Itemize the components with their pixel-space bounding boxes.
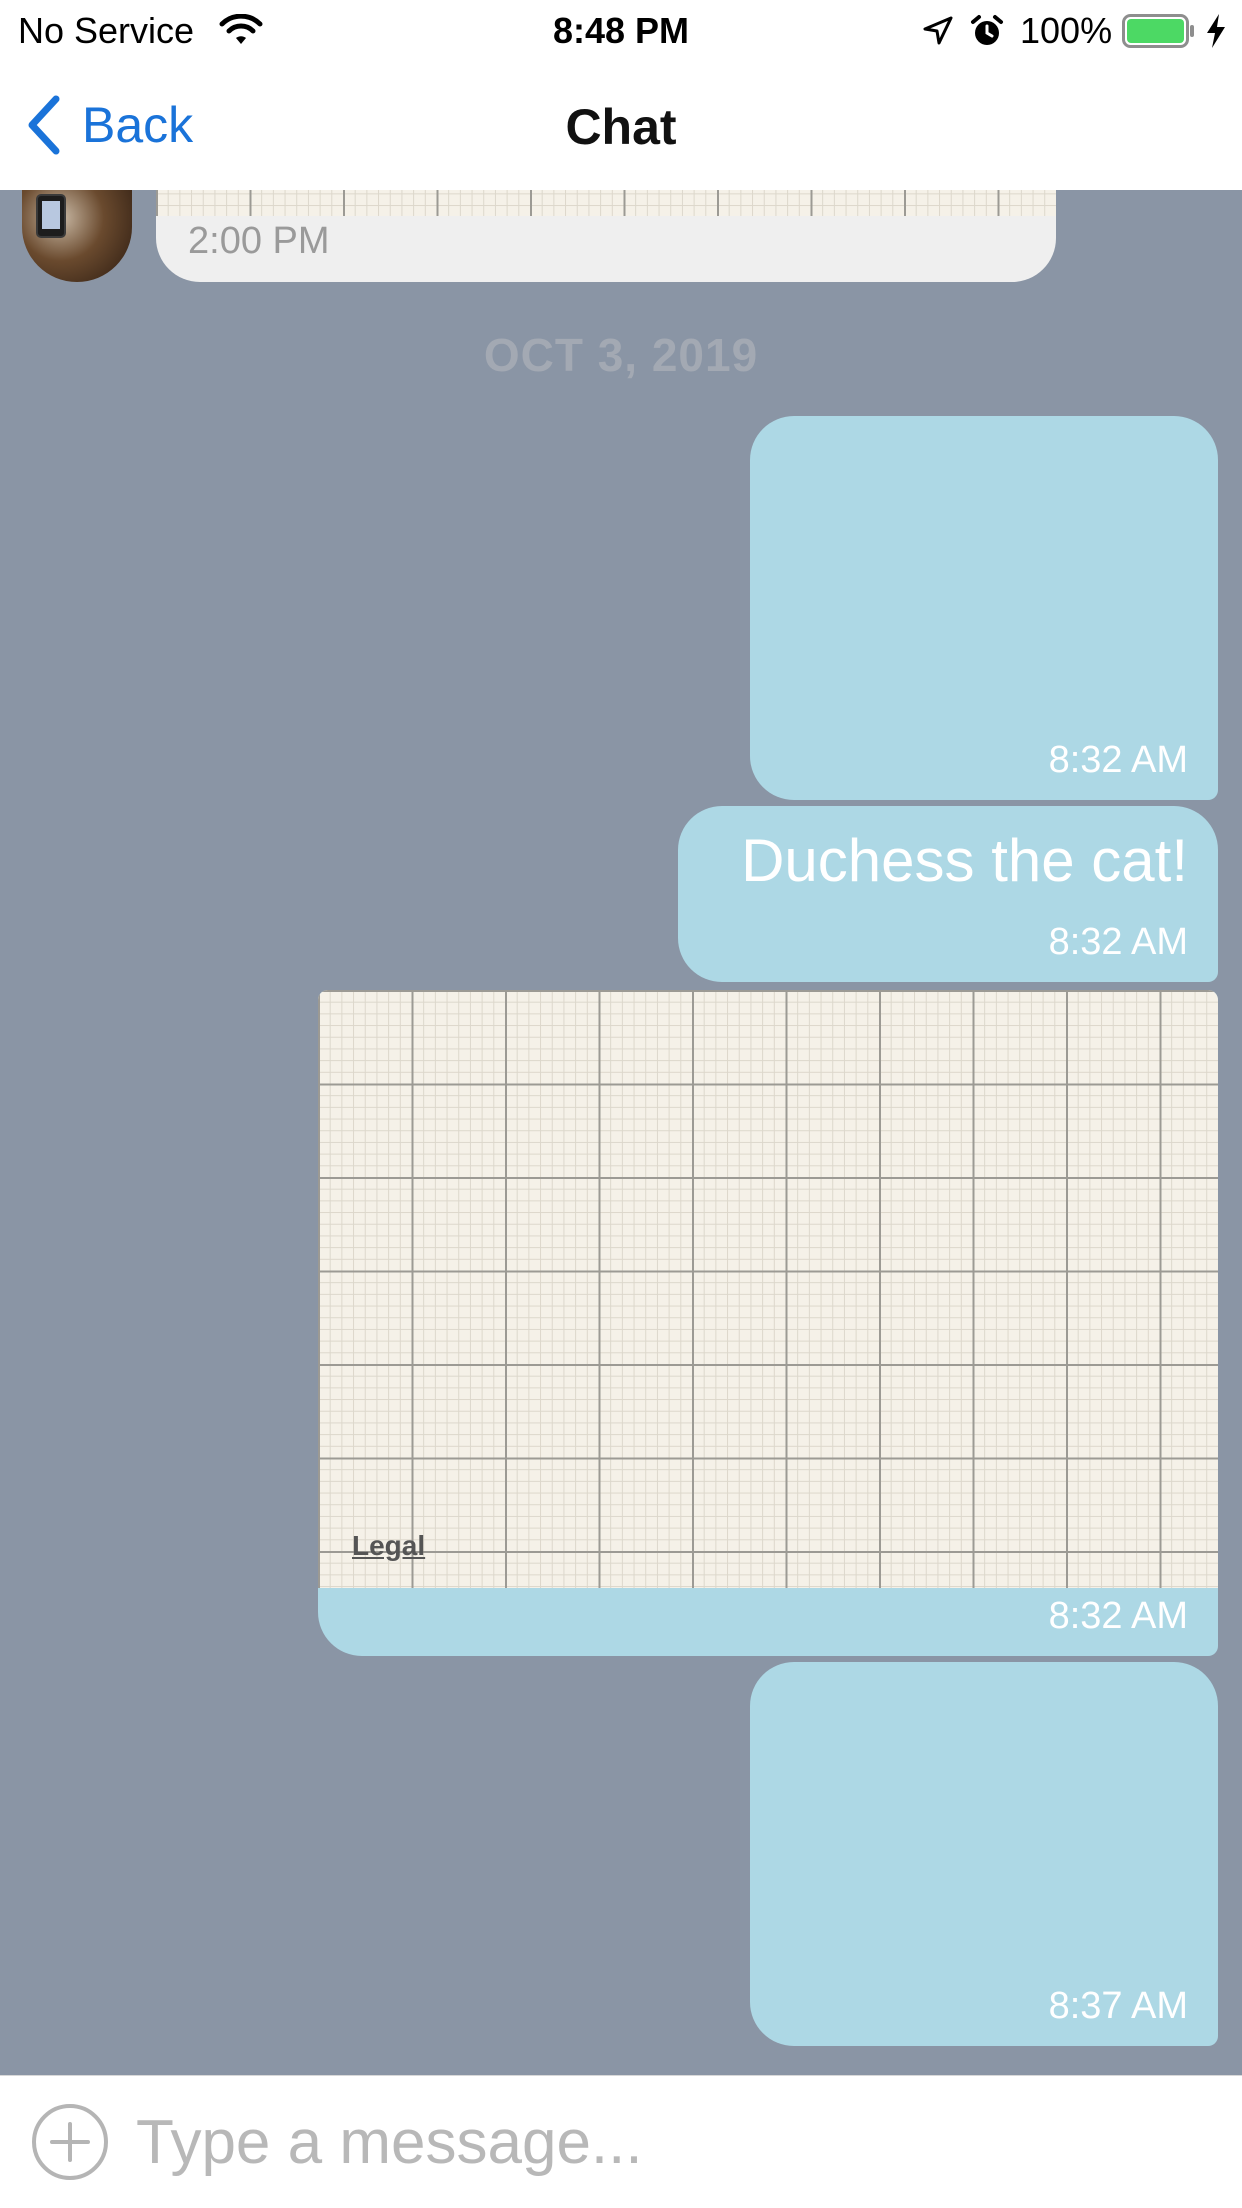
outgoing-map-message[interactable]: Legal 8:32 AM	[318, 990, 1218, 1656]
alarm-icon	[971, 15, 1003, 45]
page-title: Chat	[565, 99, 677, 155]
add-attachment-icon[interactable]	[30, 2102, 110, 2182]
outgoing-photo-message[interactable]: 8:37 AM	[750, 1662, 1218, 2046]
message-timestamp: 8:32 AM	[1048, 1595, 1188, 1637]
status-bar: No Service 8:48 PM 100%	[0, 0, 1242, 62]
chat-screen: No Service 8:48 PM 100% Back Chat 2:00 P…	[0, 0, 1242, 2208]
message-input[interactable]	[136, 2094, 1216, 2190]
map-image[interactable]	[156, 190, 1056, 216]
charging-icon	[1207, 14, 1225, 48]
message-timestamp: 2:00 PM	[188, 220, 330, 262]
outgoing-photo-message[interactable]: 8:32 AM	[750, 416, 1218, 800]
legal-link[interactable]: Legal	[352, 1530, 425, 1562]
message-list[interactable]: 2:00 PM OCT 3, 2019 8:32 AM Duchess the …	[0, 190, 1242, 2075]
message-timestamp: 8:32 AM	[1048, 739, 1188, 781]
avatar-photo	[36, 194, 66, 238]
message-timestamp: 8:32 AM	[1048, 921, 1188, 963]
outgoing-text-message[interactable]: Duchess the cat! 8:32 AM	[678, 806, 1218, 982]
date-divider: OCT 3, 2019	[483, 329, 759, 381]
battery-icon	[1122, 14, 1194, 48]
map-image[interactable]: Legal	[318, 990, 1218, 1588]
message-timestamp: 8:37 AM	[1048, 1985, 1188, 2027]
location-icon	[923, 16, 953, 45]
incoming-message-bubble[interactable]: 2:00 PM	[156, 190, 1056, 282]
message-composer	[0, 2075, 1242, 2208]
navigation-bar: Back Chat	[0, 62, 1242, 190]
avatar[interactable]	[22, 190, 132, 282]
message-text: Duchess the cat!	[741, 827, 1188, 894]
battery-percent: 100%	[1020, 10, 1113, 51]
